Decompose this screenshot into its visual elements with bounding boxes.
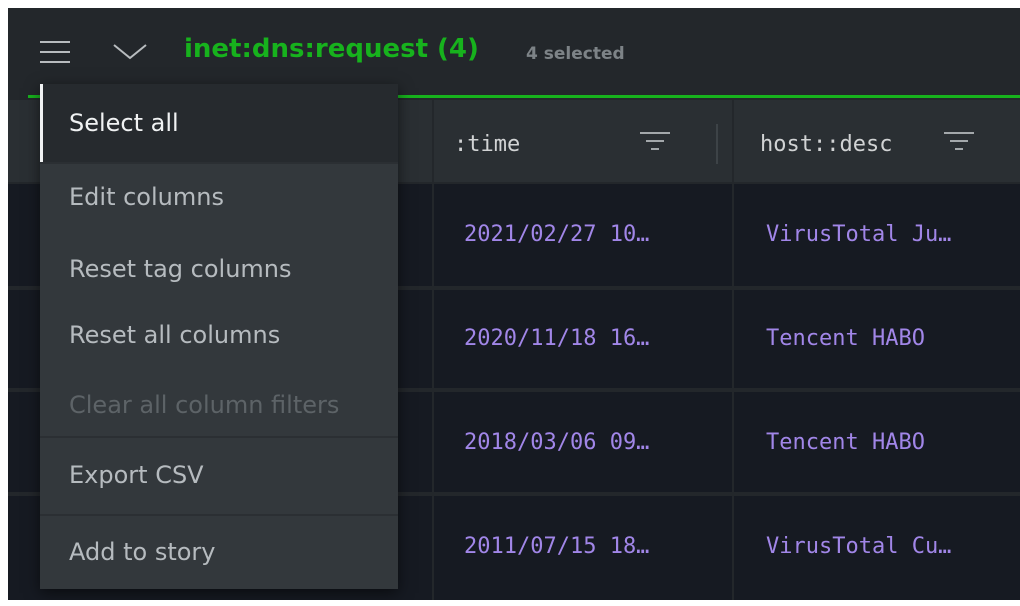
hamburger-icon[interactable] xyxy=(40,38,70,66)
filter-icon[interactable] xyxy=(944,130,974,152)
chevron-down-icon[interactable] xyxy=(112,42,148,62)
column-resize-handle[interactable] xyxy=(716,124,718,164)
header-bar: inet:dns:request (4) 4 selected xyxy=(8,8,1020,96)
table-cell-host-desc[interactable]: VirusTotal Cu… xyxy=(734,496,1020,600)
cell-time-text: 2020/11/18 16… xyxy=(464,326,650,351)
column-label-host-desc: host::desc xyxy=(760,132,893,157)
table-cell-host-desc[interactable]: VirusTotal Ju… xyxy=(734,184,1020,290)
column-header-time[interactable]: :time xyxy=(434,100,732,182)
cell-time-text: 2011/07/15 18… xyxy=(464,534,650,559)
menu-item-clear-filters: Clear all column filters xyxy=(69,391,340,419)
menu-item-select-all[interactable]: Select all xyxy=(40,84,398,162)
column-options-menu: Select all Edit columns Reset tag column… xyxy=(40,84,398,589)
menu-item-add-to-story[interactable]: Add to story xyxy=(40,516,398,589)
column-header-host-desc[interactable]: host::desc xyxy=(734,100,1020,182)
selection-count: 4 selected xyxy=(526,44,625,64)
table-cell-host-desc[interactable]: Tencent HABO xyxy=(734,290,1020,392)
cell-time-text: 2021/02/27 10… xyxy=(464,222,650,247)
table-cell-time[interactable]: 2011/07/15 18… xyxy=(434,496,732,600)
cell-host-desc-text: Tencent HABO xyxy=(766,326,925,351)
results-panel: inet:dns:request (4) 4 selected :time ho… xyxy=(8,8,1020,600)
cell-host-desc-text: Tencent HABO xyxy=(766,430,925,455)
page-title: inet:dns:request (4) xyxy=(184,34,479,64)
table-cell-time[interactable]: 2020/11/18 16… xyxy=(434,290,732,392)
cell-time-text: 2018/03/06 09… xyxy=(464,430,650,455)
menu-item-reset-tag-columns[interactable]: Reset tag columns xyxy=(40,234,398,302)
table-cell-host-desc[interactable]: Tencent HABO xyxy=(734,392,1020,496)
menu-item-export-csv[interactable]: Export CSV xyxy=(40,438,398,514)
table-cell-time[interactable]: 2018/03/06 09… xyxy=(434,392,732,496)
column-label-time: :time xyxy=(454,132,521,157)
filter-icon[interactable] xyxy=(640,130,670,152)
menu-item-reset-all-columns[interactable]: Reset all columns xyxy=(40,302,398,370)
cell-host-desc-text: VirusTotal Cu… xyxy=(766,534,952,559)
cell-host-desc-text: VirusTotal Ju… xyxy=(766,222,952,247)
table-cell-time[interactable]: 2021/02/27 10… xyxy=(434,184,732,290)
menu-item-edit-columns[interactable]: Edit columns xyxy=(40,164,398,234)
